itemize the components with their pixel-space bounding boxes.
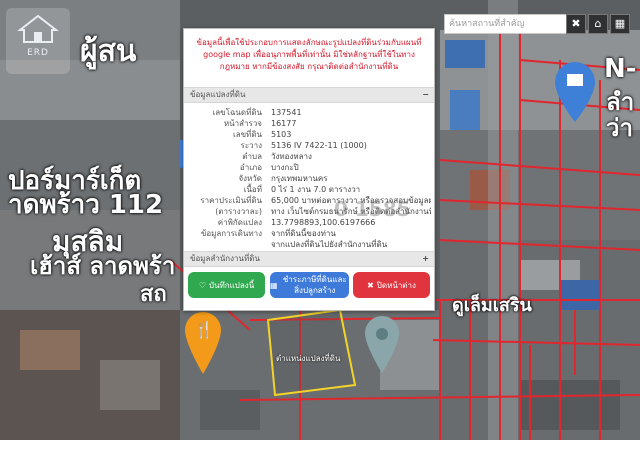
- detail-row: จากแปลงที่ดินไปยังสำนักงานที่ดิน: [184, 239, 434, 250]
- watermark: 0 1585: [334, 197, 411, 221]
- parcel-info-popup: ข้อมูลนี้เพื่อใช้ประกอบการแสดงลักษณะรูปแ…: [183, 28, 435, 311]
- shopping-pin-icon[interactable]: [566, 72, 584, 88]
- tax-icon: ▦: [270, 280, 278, 290]
- detail-key: หน้าสำรวจ: [223, 119, 262, 128]
- restaurant-pin-icon[interactable]: 🍴: [194, 320, 214, 342]
- detail-key: เนื้อที่: [243, 185, 262, 194]
- parcel-details: เลขโฉนดที่ดิน 137541 หน้าสำรวจ 16177 เลขที…: [184, 103, 434, 249]
- detail-row: ระวาง 5136 IV 7422-11 (1000): [184, 140, 434, 151]
- detail-value: 5103: [271, 130, 292, 139]
- bottom-margin: [0, 440, 640, 453]
- map-label: ผู้สน: [80, 34, 137, 69]
- detail-key: ข้อมูลการเดินทาง: [200, 229, 262, 238]
- detail-value: 137541: [271, 108, 302, 117]
- heart-icon: ♡: [198, 280, 206, 290]
- detail-row: เลขโฉนดที่ดิน 137541: [184, 107, 434, 118]
- place-search-input[interactable]: ค้นหาสถานที่สำคัญ: [444, 14, 568, 34]
- detail-value: กรุงเทพมหานคร: [271, 174, 328, 183]
- detail-key: ระวาง: [240, 141, 262, 150]
- detail-value: วังทองหลาง: [271, 152, 312, 161]
- save-parcel-label: บันทึกแปลงนี้: [208, 280, 255, 290]
- logo-text: ERD: [27, 48, 49, 58]
- detail-key: เลขที่ดิน: [232, 130, 262, 139]
- detail-row: หน้าสำรวจ 16177: [184, 118, 434, 129]
- travel-office-link[interactable]: จากแปลงที่ดินไปยังสำนักงานที่ดิน: [271, 239, 431, 250]
- site-logo[interactable]: ERD: [6, 8, 70, 74]
- detail-key: ค่าพิกัดแปลง: [217, 218, 262, 227]
- close-icon: ✖: [367, 280, 374, 290]
- disclaimer-text: ข้อมูลนี้เพื่อใช้ประกอบการแสดงลักษณะรูปแ…: [196, 38, 422, 71]
- pay-tax-label: ชำระภาษีที่ดินและสิ่งปลูกสร้าง: [282, 275, 347, 295]
- detail-key: ตำบล: [242, 152, 262, 161]
- detail-value: 5136 IV 7422-11 (1000): [271, 141, 367, 150]
- expand-icon[interactable]: +: [422, 252, 429, 266]
- detail-key: อำเภอ: [239, 163, 262, 172]
- parcel-label: ตำแหน่งแปลงที่ดิน: [276, 354, 341, 363]
- detail-key: จังหวัด: [238, 174, 262, 183]
- detail-row: อำเภอ บางกะปิ: [184, 162, 434, 173]
- map-label: าดพร้าว 112: [8, 190, 164, 220]
- map-label: ดูเล็มเสริน: [452, 295, 532, 316]
- detail-row: ข้อมูลการเดินทาง จากที่ดินนี้ของท่าน: [184, 228, 434, 239]
- map-label: สถ: [140, 282, 167, 307]
- detail-key: (ตารางวาละ): [215, 207, 262, 216]
- home-button[interactable]: ⌂: [588, 14, 608, 34]
- detail-key: ราคาประเมินที่ดิน: [200, 196, 262, 205]
- pay-tax-button[interactable]: ▦ ชำระภาษีที่ดินและสิ่งปลูกสร้าง: [270, 272, 349, 298]
- detail-row: จังหวัด กรุงเทพมหานคร: [184, 173, 434, 184]
- house-logo-icon: [17, 14, 59, 43]
- detail-value: 16177: [271, 119, 297, 128]
- office-section-header[interactable]: ข้อมูลสำนักงานที่ดิน +: [184, 251, 434, 267]
- detail-value: 0 ไร่ 1 งาน 7.0 ตารางวา: [271, 185, 361, 194]
- detail-row: ตำบล วังทองหลาง: [184, 151, 434, 162]
- save-parcel-button[interactable]: ♡ บันทึกแปลงนี้: [188, 272, 265, 298]
- office-section-title: ข้อมูลสำนักงานที่ดิน: [190, 254, 260, 263]
- detail-value: บางกะปิ: [271, 163, 299, 172]
- grid-menu-button[interactable]: ▦: [610, 14, 630, 34]
- close-window-button[interactable]: ✖ ปิดหน้าต่าง: [353, 272, 430, 298]
- parcel-section-header[interactable]: ข้อมูลแปลงที่ดิน −: [184, 87, 434, 103]
- parcel-section-title: ข้อมูลแปลงที่ดิน: [190, 90, 246, 99]
- detail-row: เลขที่ดิน 5103: [184, 129, 434, 140]
- detail-row: เนื้อที่ 0 ไร่ 1 งาน 7.0 ตารางวา: [184, 184, 434, 195]
- travel-link[interactable]: จากที่ดินนี้ของท่าน: [271, 228, 431, 239]
- place-pin-icon[interactable]: [372, 322, 392, 352]
- close-window-label: ปิดหน้าต่าง: [376, 280, 416, 290]
- clear-search-button[interactable]: ✖: [566, 14, 586, 34]
- map-label: ว่า: [606, 114, 633, 142]
- detail-key: เลขโฉนดที่ดิน: [212, 108, 262, 117]
- collapse-icon[interactable]: −: [422, 88, 429, 102]
- map-label: N-: [604, 54, 637, 84]
